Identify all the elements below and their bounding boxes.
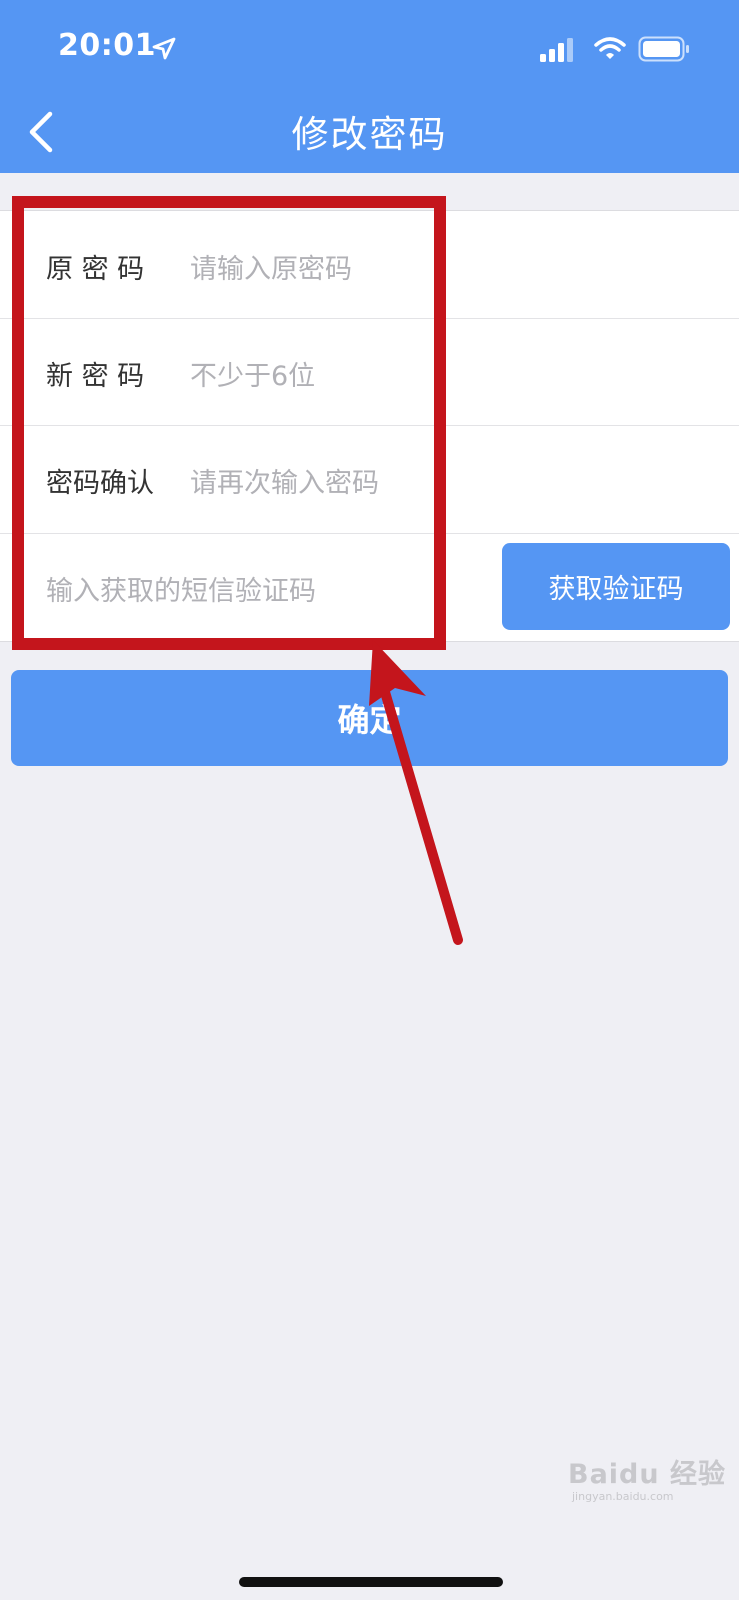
highlight-box bbox=[12, 196, 446, 650]
signal-icon bbox=[540, 38, 573, 62]
page-title: 修改密码 bbox=[291, 113, 448, 156]
wifi-icon bbox=[594, 37, 626, 59]
location-arrow-icon bbox=[152, 37, 176, 60]
get-code-button[interactable]: 获取验证码 bbox=[502, 543, 730, 630]
watermark-logo: Baidu 经验 bbox=[568, 1459, 727, 1490]
watermark-url: jingyan.baidu.com bbox=[572, 1490, 674, 1503]
annotation-arrow-icon bbox=[369, 640, 463, 945]
home-indicator bbox=[239, 1577, 503, 1587]
top-bar: 20:01 修改密码 bbox=[0, 0, 739, 173]
status-time: 20:01 bbox=[58, 28, 156, 63]
battery-icon bbox=[638, 36, 689, 62]
